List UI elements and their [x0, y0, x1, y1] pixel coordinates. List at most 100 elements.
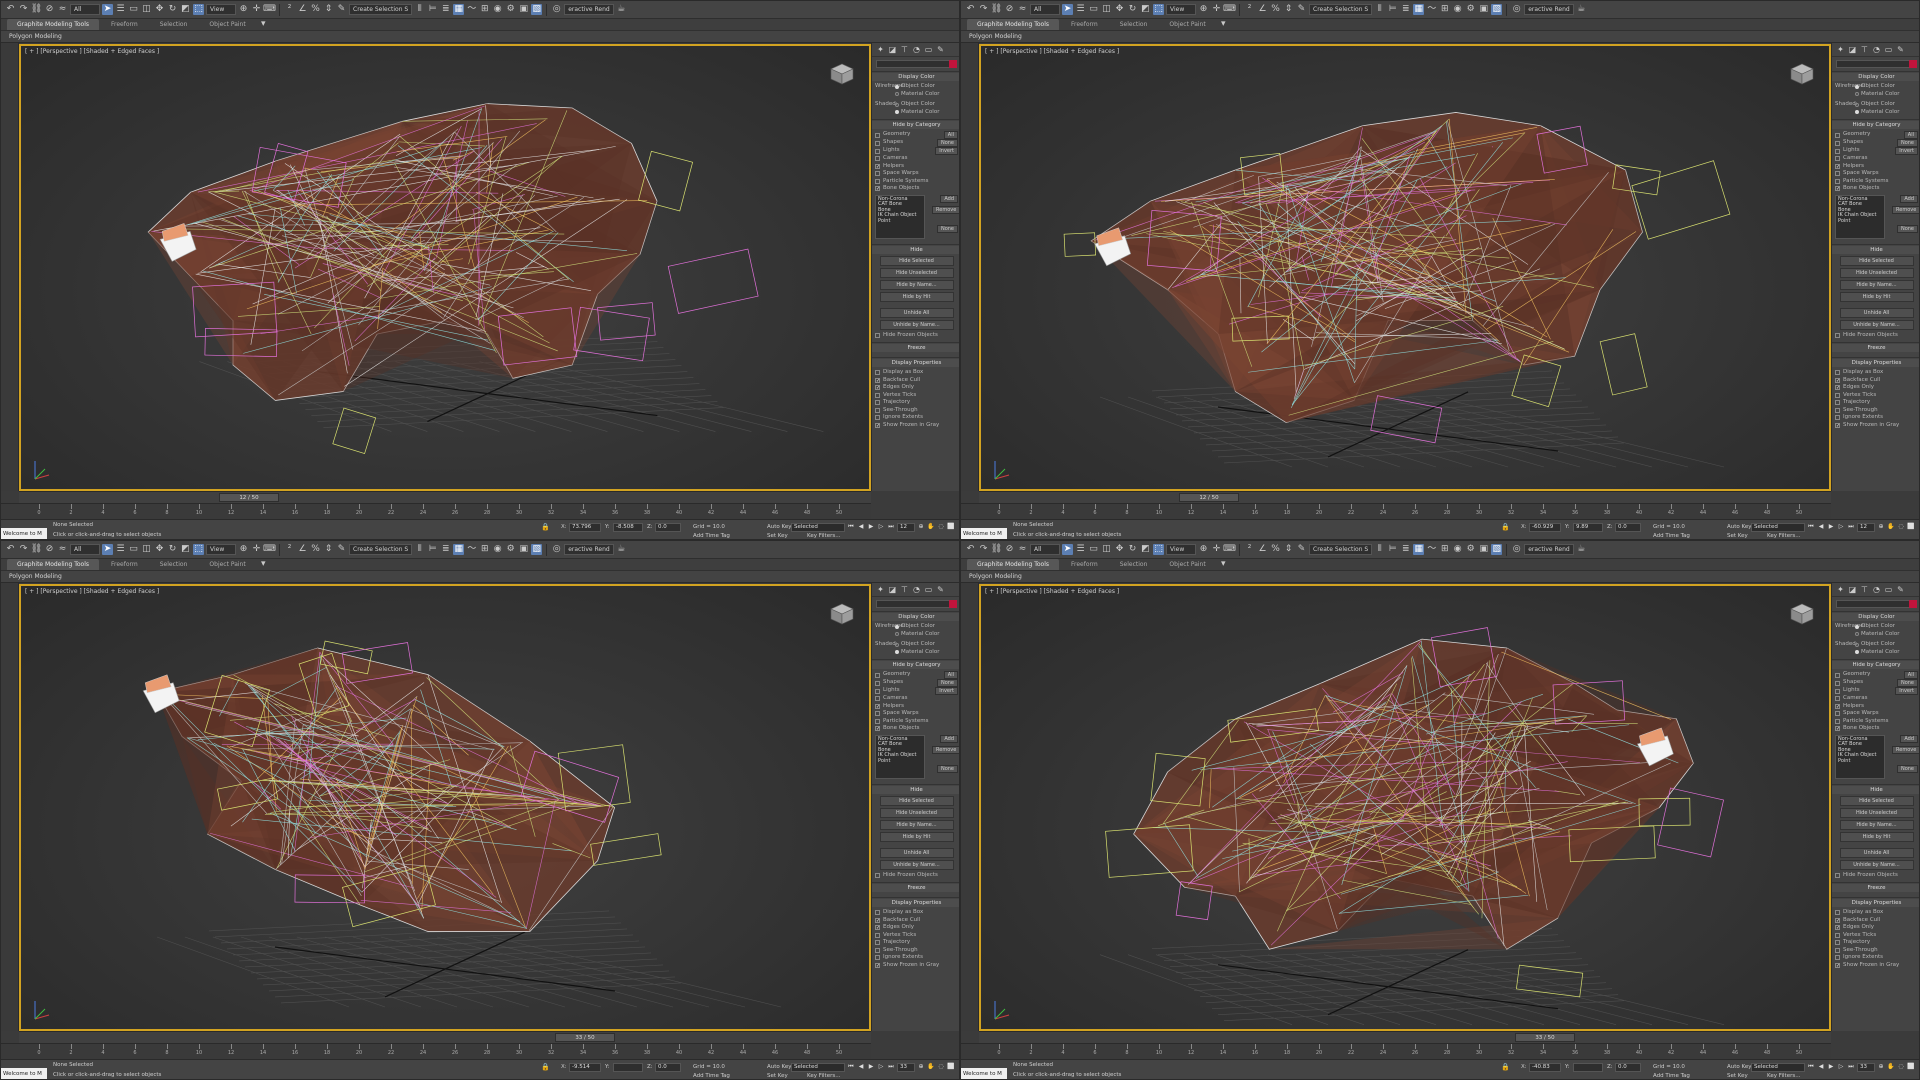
undo-icon[interactable]: ↶ — [5, 4, 16, 15]
render-mode-dropdown[interactable]: eractive Rend — [564, 4, 614, 15]
prop-checkbox[interactable] — [875, 962, 880, 968]
category-lights[interactable]: Lights Invert — [875, 687, 958, 695]
lock-icon[interactable]: 🔒 — [1501, 1063, 1510, 1071]
viewcube-icon[interactable] — [825, 60, 859, 88]
tab-object-paint[interactable]: Object Paint — [1159, 559, 1215, 570]
utilities-tab-icon[interactable]: ✎ — [1896, 45, 1905, 54]
category-checkbox[interactable] — [1835, 132, 1840, 138]
object-name-field[interactable] — [1836, 60, 1917, 68]
ribbon-options-icon[interactable]: ▾ — [1218, 19, 1229, 30]
time-slider[interactable]: 12 / 50 — [1179, 493, 1239, 502]
category-space-warps[interactable]: Space Warps — [875, 170, 958, 178]
bind-spacewarp-icon[interactable]: ≈ — [1017, 4, 1028, 15]
pivot-center-icon[interactable]: ⊕ — [238, 4, 249, 15]
object-name-field[interactable] — [1836, 600, 1917, 608]
teapot-icon[interactable]: ☕ — [1576, 4, 1587, 15]
goto-start-icon[interactable]: ⏮ — [1807, 1063, 1815, 1071]
render-mode-dropdown[interactable]: eractive Rend — [1524, 4, 1574, 15]
none-category-button[interactable]: None — [1896, 224, 1918, 233]
create-tab-icon[interactable]: ✦ — [876, 45, 885, 54]
remove-category-button[interactable]: Remove — [932, 205, 959, 214]
viewcube-icon[interactable] — [825, 600, 859, 628]
none-category-button[interactable]: None — [1896, 764, 1918, 773]
material-editor-icon[interactable]: ◉ — [1452, 544, 1463, 555]
prop-see-through[interactable]: See-Through — [1835, 947, 1918, 955]
prop-backface-cull[interactable]: Backface Cull — [1835, 377, 1918, 385]
teapot-icon[interactable]: ☕ — [616, 544, 627, 555]
x-coordinate[interactable]: -40.83 — [1529, 1063, 1561, 1072]
hide-by-name-button[interactable]: Hide by Name... — [1839, 819, 1914, 830]
y-coordinate[interactable]: 9.89 — [1573, 523, 1603, 532]
key-mode-dropdown[interactable]: Selected — [1751, 523, 1805, 532]
prev-frame-icon[interactable]: ◀ — [857, 523, 865, 531]
prop-ignore-extents[interactable]: Ignore Extents — [1835, 414, 1918, 422]
category-shapes[interactable]: Shapes None — [875, 679, 958, 687]
prop-ignore-extents[interactable]: Ignore Extents — [875, 954, 958, 962]
schematic-view-icon[interactable]: ⊞ — [1439, 544, 1450, 555]
prop-checkbox[interactable] — [1835, 392, 1840, 398]
pan-icon[interactable]: ✋ — [927, 1063, 935, 1071]
rotate-icon[interactable]: ↻ — [167, 544, 178, 555]
play-icon[interactable]: ▶ — [1827, 523, 1835, 531]
select-object-icon[interactable]: ➤ — [1062, 544, 1073, 555]
ribbon-options-icon[interactable]: ▾ — [258, 559, 269, 570]
percent-snap-icon[interactable]: % — [1270, 544, 1281, 555]
goto-end-icon[interactable]: ⏭ — [1847, 1063, 1855, 1071]
hierarchy-tab-icon[interactable]: ⊤ — [900, 585, 909, 594]
remove-category-button[interactable]: Remove — [1892, 205, 1919, 214]
category-checkbox[interactable] — [875, 178, 880, 184]
category-checkbox[interactable] — [875, 186, 880, 192]
viewport-label[interactable]: [ + ] [Perspective ] [Shaded + Edged Fac… — [985, 48, 1119, 55]
key-mode-dropdown[interactable]: Selected — [791, 1063, 845, 1072]
category-cameras[interactable]: Cameras — [875, 695, 958, 703]
prop-backface-cull[interactable]: Backface Cull — [875, 917, 958, 925]
percent-snap-icon[interactable]: % — [1270, 4, 1281, 15]
percent-snap-icon[interactable]: % — [310, 4, 321, 15]
prop-see-through[interactable]: See-Through — [875, 407, 958, 415]
polygon-modeling-panel[interactable]: Polygon Modeling — [961, 571, 1919, 583]
category-checkbox[interactable] — [875, 718, 880, 724]
tab-object-paint[interactable]: Object Paint — [199, 559, 255, 570]
perspective-viewport[interactable]: [ + ] [Perspective ] [Shaded + Edged Fac… — [979, 44, 1831, 491]
mirror-icon[interactable]: ⫴ — [414, 544, 425, 555]
category-checkbox[interactable] — [1835, 680, 1840, 686]
category-helpers[interactable]: Helpers — [1835, 703, 1918, 711]
category-particle-systems[interactable]: Particle Systems — [875, 718, 958, 726]
rect-selection-icon[interactable]: ▭ — [128, 4, 139, 15]
category-invert-button[interactable]: Invert — [1895, 687, 1918, 695]
schematic-view-icon[interactable]: ⊞ — [1439, 4, 1450, 15]
y-coordinate[interactable]: -8.508 — [613, 523, 643, 532]
material-editor-icon[interactable]: ◉ — [492, 4, 503, 15]
rotate-icon[interactable]: ↻ — [167, 4, 178, 15]
rotate-icon[interactable]: ↻ — [1127, 4, 1138, 15]
set-key-button[interactable]: Set Key — [767, 1073, 788, 1079]
category-checkbox[interactable] — [1835, 171, 1840, 177]
category-invert-button[interactable]: Invert — [935, 687, 958, 695]
key-mode-dropdown[interactable]: Selected — [1751, 1063, 1805, 1072]
category-shapes[interactable]: Shapes None — [875, 139, 958, 147]
ref-coord-dropdown[interactable]: View — [206, 4, 236, 15]
prev-frame-icon[interactable]: ◀ — [857, 1063, 865, 1071]
graphite-toggle-icon[interactable]: ▦ — [1413, 4, 1425, 15]
unlink-icon[interactable]: ⊘ — [44, 4, 55, 15]
prop-show-frozen-in-gray[interactable]: Show Frozen in Gray — [1835, 422, 1918, 430]
category-invert-button[interactable]: Invert — [1895, 147, 1918, 155]
ref-coord-dropdown[interactable]: View — [1166, 544, 1196, 555]
object-color-swatch[interactable] — [1909, 60, 1917, 68]
select-manipulate-icon[interactable]: ✛ — [1211, 4, 1222, 15]
prop-checkbox[interactable] — [875, 385, 880, 391]
graphite-toggle-icon[interactable]: ▦ — [1413, 544, 1425, 555]
auto-key-button[interactable]: Auto Key — [767, 524, 792, 530]
tab-selection[interactable]: Selection — [1110, 19, 1158, 30]
category-bone-objects[interactable]: Bone Objects — [875, 725, 958, 733]
move-icon[interactable]: ✥ — [1114, 4, 1125, 15]
category-lights[interactable]: Lights Invert — [875, 147, 958, 155]
maximize-toggle-icon[interactable]: ⬜ — [1907, 523, 1915, 531]
spinner-snap-icon[interactable]: ⇕ — [323, 544, 334, 555]
current-frame-field[interactable]: 33 — [1857, 1063, 1875, 1072]
select-by-name-icon[interactable]: ☰ — [115, 544, 126, 555]
mirror-icon[interactable]: ⫴ — [414, 4, 425, 15]
rendered-frame-icon[interactable]: ▣ — [1478, 544, 1489, 555]
material-editor-icon[interactable]: ◉ — [1452, 4, 1463, 15]
angle-snap-icon[interactable]: ∠ — [297, 544, 308, 555]
